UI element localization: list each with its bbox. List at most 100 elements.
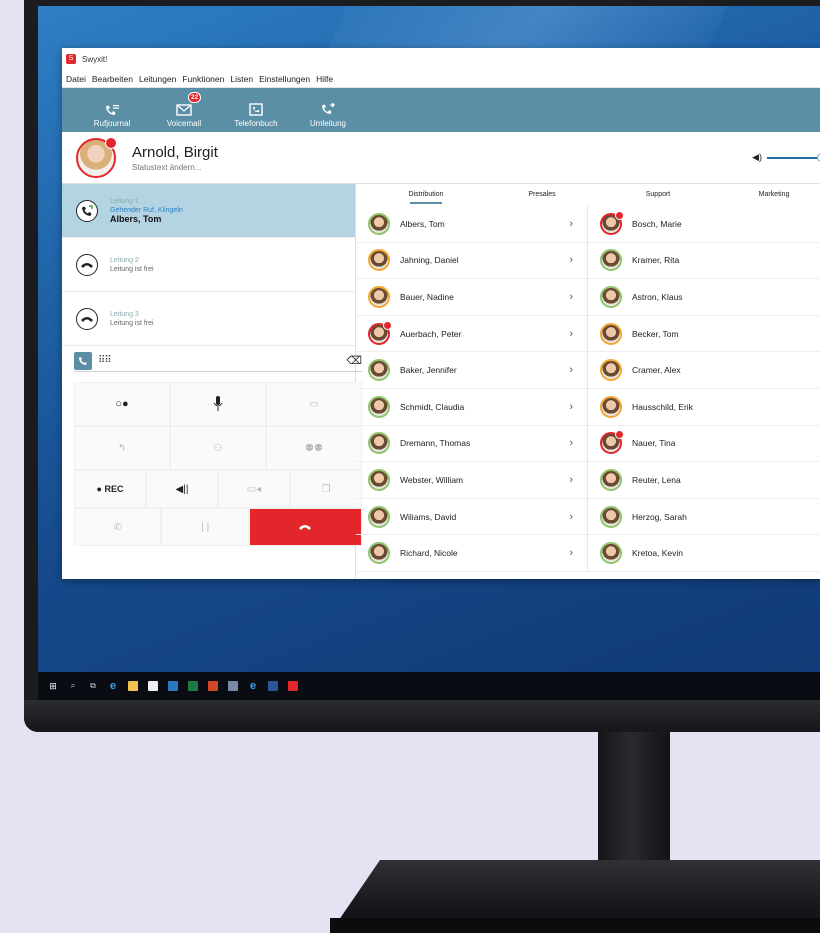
dial-input-row[interactable]: ⠿⠿ ⌫ bbox=[74, 350, 362, 372]
contact-row[interactable]: Kramer, Rita bbox=[588, 243, 820, 280]
windows-start-icon[interactable]: ⊞ bbox=[48, 681, 58, 691]
volume-slider[interactable] bbox=[767, 152, 820, 162]
edge-icon[interactable]: e bbox=[108, 680, 118, 692]
line-3[interactable]: Leitung 3 Leitung ist frei bbox=[62, 292, 355, 346]
chevron-right-icon[interactable]: › bbox=[569, 254, 573, 266]
conference-button[interactable]: ○● bbox=[74, 382, 170, 426]
tab-presales[interactable]: Presales bbox=[484, 184, 600, 206]
contact-row[interactable]: Schmidt, Claudia › bbox=[356, 389, 587, 426]
contact-row[interactable]: Baker, Jennifer › bbox=[356, 352, 587, 389]
dial-contact-button[interactable] bbox=[74, 351, 92, 370]
video-button[interactable]: ▭◂ bbox=[218, 470, 290, 508]
contact-row[interactable]: Jahning, Daniel › bbox=[356, 243, 587, 280]
menu-bearbeiten[interactable]: Bearbeiten bbox=[92, 74, 133, 84]
contact-row[interactable]: Bauer, Nadine › bbox=[356, 279, 587, 316]
user-header: Arnold, Birgit Statustext ändern... ◀) bbox=[62, 132, 820, 184]
powerpoint-icon[interactable] bbox=[208, 681, 218, 691]
keypad-icon[interactable]: ⠿⠿ bbox=[98, 355, 112, 366]
line-1[interactable]: Leitung 1 Gehender Ruf, Klingeln Albers,… bbox=[62, 184, 355, 238]
contact-avatar bbox=[600, 395, 622, 418]
menu-hilfe[interactable]: Hilfe bbox=[316, 74, 333, 84]
contact-row[interactable]: Webster, William › bbox=[356, 462, 587, 499]
contact-row[interactable]: Albers, Tom › bbox=[356, 206, 587, 243]
chevron-right-icon[interactable]: › bbox=[569, 218, 573, 230]
toolbar-umleitung[interactable]: Umleitung bbox=[292, 88, 364, 132]
chevron-right-icon[interactable]: › bbox=[569, 437, 573, 449]
status-text-link[interactable]: Statustext ändern... bbox=[132, 163, 218, 172]
chevron-right-icon[interactable]: › bbox=[569, 547, 573, 559]
contact-avatar bbox=[368, 542, 390, 565]
user-info: Arnold, Birgit Statustext ändern... bbox=[116, 144, 218, 172]
store-icon[interactable] bbox=[148, 681, 158, 691]
outlook-icon[interactable] bbox=[168, 681, 178, 691]
explorer-icon[interactable] bbox=[128, 681, 138, 691]
tab-distribution[interactable]: Distribution bbox=[368, 184, 484, 206]
contact-row[interactable]: Bosch, Marie bbox=[588, 206, 820, 243]
excel-icon[interactable] bbox=[188, 681, 198, 691]
contacts-panel: Distribution Presales Support Marketing … bbox=[356, 184, 820, 579]
menu-listen[interactable]: Listen bbox=[230, 74, 253, 84]
contact-row[interactable]: Kretoa, Kevin bbox=[588, 535, 820, 572]
contact-avatar bbox=[600, 249, 622, 272]
word-icon[interactable] bbox=[268, 681, 278, 691]
contact-row[interactable]: Cramer, Alex bbox=[588, 352, 820, 389]
contact-avatar bbox=[600, 542, 622, 565]
contact-name: Richard, Nicole bbox=[400, 548, 458, 559]
contact-avatar bbox=[368, 249, 390, 272]
swyxit-window: S Swyxit! Datei Bearbeiten Leitungen Fun… bbox=[62, 48, 820, 579]
ie-icon[interactable]: e bbox=[248, 680, 258, 692]
volume-control[interactable]: ◀) bbox=[752, 152, 820, 163]
chevron-right-icon[interactable]: › bbox=[569, 511, 573, 523]
chevron-right-icon[interactable]: › bbox=[569, 364, 573, 376]
chevron-right-icon[interactable]: › bbox=[569, 291, 573, 303]
screen-share-button[interactable]: ▭ bbox=[266, 382, 362, 426]
chevron-right-icon[interactable]: › bbox=[569, 474, 573, 486]
contact-row[interactable]: Wiliams, David › bbox=[356, 499, 587, 536]
menu-funktionen[interactable]: Funktionen bbox=[182, 74, 224, 84]
record-button[interactable]: ● REC bbox=[74, 470, 146, 508]
toolbar-voicemail[interactable]: 22 Voicemail bbox=[148, 88, 220, 132]
contact-name: Cramer, Alex bbox=[632, 365, 681, 376]
contact-name: Kramer, Rita bbox=[632, 255, 680, 266]
pickup-button[interactable]: ✆ bbox=[74, 508, 162, 546]
contact-row[interactable]: Hausschild, Erik bbox=[588, 389, 820, 426]
search-icon[interactable]: ⌕ bbox=[68, 681, 78, 691]
user-avatar[interactable] bbox=[76, 136, 117, 178]
contact-row[interactable]: Becker, Tom bbox=[588, 316, 820, 353]
group-button[interactable]: ⚉⚉ bbox=[266, 426, 362, 470]
menu-leitungen[interactable]: Leitungen bbox=[139, 74, 176, 84]
tab-marketing[interactable]: Marketing bbox=[716, 184, 820, 206]
menu-einstellungen[interactable]: Einstellungen bbox=[259, 74, 310, 84]
contact-avatar bbox=[368, 395, 390, 418]
hangup-button[interactable] bbox=[248, 508, 362, 546]
task-view-icon[interactable]: ⧉ bbox=[88, 681, 98, 691]
monitor-stand-foot bbox=[330, 918, 820, 933]
chevron-right-icon[interactable]: › bbox=[569, 328, 573, 340]
speaker-button[interactable]: ◀|| bbox=[146, 470, 218, 508]
tab-support[interactable]: Support bbox=[600, 184, 716, 206]
busy-indicator-icon bbox=[615, 210, 624, 220]
forwarding-icon bbox=[322, 103, 335, 114]
add-participant-button[interactable]: ⚇ bbox=[170, 426, 266, 470]
monitor-stand-neck bbox=[598, 732, 670, 872]
mute-microphone-button[interactable] bbox=[170, 382, 266, 426]
contact-row[interactable]: Dremann, Thomas › bbox=[356, 426, 587, 463]
swyxit-taskbar-icon[interactable] bbox=[288, 681, 298, 691]
menu-datei[interactable]: Datei bbox=[66, 74, 86, 84]
chevron-right-icon[interactable]: › bbox=[569, 401, 573, 413]
toolbar-telefonbuch[interactable]: Telefonbuch bbox=[220, 88, 292, 132]
user-name: Arnold, Birgit bbox=[132, 143, 218, 161]
user-status-dot bbox=[105, 136, 117, 149]
hold-button[interactable]: | | bbox=[161, 508, 249, 546]
line-2[interactable]: Leitung 2 Leitung ist frei bbox=[62, 238, 355, 292]
contact-row[interactable]: Nauer, Tina bbox=[588, 426, 820, 463]
contact-row[interactable]: Richard, Nicole › bbox=[356, 535, 587, 572]
toolbar-rufjournal[interactable]: Rufjournal bbox=[76, 88, 148, 132]
contact-row[interactable]: Auerbach, Peter › bbox=[356, 316, 587, 353]
contact-row[interactable]: Herzog, Sarah bbox=[588, 499, 820, 536]
contact-row[interactable]: Astron, Klaus bbox=[588, 279, 820, 316]
transfer-button[interactable]: ↰ bbox=[74, 426, 170, 470]
window-button[interactable]: ❐ bbox=[290, 470, 362, 508]
app-icon[interactable] bbox=[228, 681, 238, 691]
contact-row[interactable]: Reuter, Lena bbox=[588, 462, 820, 499]
